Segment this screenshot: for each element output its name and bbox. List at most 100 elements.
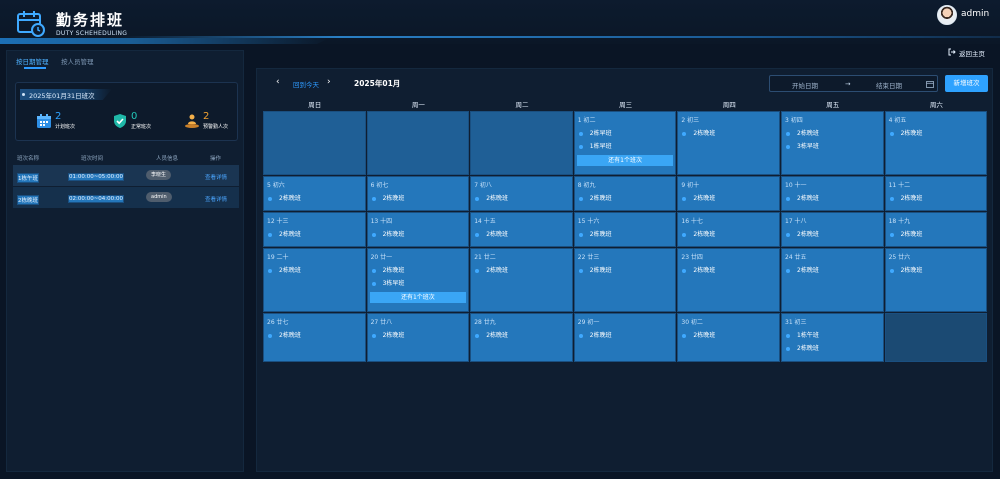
shift-entry[interactable]: 1栋早班 <box>578 141 612 150</box>
username[interactable]: admin <box>961 9 989 19</box>
calendar-day-cell[interactable]: 7 初八 2栋晚班 <box>470 176 573 211</box>
shift-entry[interactable]: 2栋晚班 <box>475 193 508 202</box>
calendar-day-cell[interactable]: 9 初十 2栋晚班 <box>677 176 780 211</box>
calendar-day-cell[interactable]: 25 廿六 2栋晚班 <box>884 248 988 312</box>
calendar-day-cell[interactable]: 18 十九 2栋晚班 <box>884 212 988 247</box>
calendar-day-cell[interactable]: 15 十六 2栋晚班 <box>573 212 677 247</box>
calendar-day-cell[interactable]: 14 十五 2栋晚班 <box>470 212 573 247</box>
view-details-link[interactable]: 查看详情 <box>205 173 227 181</box>
avatar[interactable] <box>937 5 957 25</box>
shift-entry[interactable]: 2栋晚班 <box>786 229 819 238</box>
column-header: 班次名称 <box>17 156 40 162</box>
table-header: 班次名称 班次时间 人员信息 操作 <box>13 151 239 165</box>
dot-icon <box>682 131 687 136</box>
calendar-day-cell[interactable]: 21 廿二 2栋晚班 <box>470 248 573 312</box>
calendar-day-cell[interactable]: 12 十三 2栋晚班 <box>263 212 366 247</box>
shift-entry[interactable]: 2栋晚班 <box>889 265 922 274</box>
calendar-day-cell[interactable]: 5 初六 2栋晚班 <box>263 176 366 211</box>
shift-entry[interactable]: 2栋晚班 <box>475 265 508 274</box>
date-range-picker[interactable]: 开始日期 → 结束日期 <box>769 75 938 92</box>
calendar-day-cell[interactable]: 11 十二 2栋晚班 <box>884 176 988 211</box>
calendar-day-cell[interactable]: 30 初二 2栋晚班 <box>677 313 780 362</box>
shift-entry[interactable]: 2栋晚班 <box>578 193 612 202</box>
start-date-input[interactable]: 开始日期 <box>792 80 818 90</box>
shift-entry[interactable]: 2栋晚班 <box>371 330 405 339</box>
shift-entry[interactable]: 2栋晚班 <box>682 128 715 137</box>
calendar-day-cell[interactable]: 13 十四 2栋晚班 <box>366 212 470 247</box>
shift-entry[interactable]: 2栋晚班 <box>268 330 301 339</box>
calendar-day-cell[interactable]: 31 初三 1栋午班 2栋晚班 <box>781 313 884 362</box>
calendar-day-cell[interactable]: 10 十一 2栋晚班 <box>781 176 884 211</box>
view-details-link[interactable]: 查看详情 <box>205 195 227 203</box>
calendar-day-cell[interactable]: 4 初五 2栋晚班 <box>884 111 988 175</box>
calendar-day-cell[interactable]: 17 十八 2栋晚班 <box>781 212 884 247</box>
calendar-day-cell[interactable]: 3 初四 2栋晚班 3栋早班 <box>781 111 884 175</box>
shift-label: 2栋晚班 <box>382 332 405 339</box>
shift-entry[interactable]: 2栋晚班 <box>889 128 922 137</box>
table-row[interactable]: 2栋晚班 02:00:00~04:00:00 admin 查看详情 <box>13 187 239 209</box>
table-row[interactable]: 1栋午班 01:00:00~05:00:00 李晓生 查看详情 <box>13 165 239 187</box>
shift-entry[interactable]: 3栋早班 <box>371 278 404 287</box>
calendar-day-cell[interactable]: 24 廿五 2栋晚班 <box>781 248 884 312</box>
calendar-day-cell[interactable]: 20 廿一 2栋晚班 3栋早班 还有1个班次 <box>366 248 470 312</box>
shift-entry[interactable]: 2栋晚班 <box>268 193 301 202</box>
day-number-label: 31 初三 <box>785 319 807 326</box>
weekday-label: 周一 <box>411 101 425 109</box>
shift-entry[interactable]: 2栋晚班 <box>682 229 715 238</box>
calendar-day-cell[interactable]: 19 二十 2栋晚班 <box>263 248 366 312</box>
day-number-label: 8 初九 <box>577 182 596 189</box>
chevron-right-icon[interactable]: › <box>327 77 331 87</box>
more-shifts-button[interactable]: 还有1个班次 <box>369 292 467 303</box>
shift-entry[interactable]: 2栋晚班 <box>682 265 715 274</box>
more-shifts-button[interactable]: 还有1个班次 <box>576 155 674 166</box>
calendar-day-cell[interactable]: 26 廿七 2栋晚班 <box>263 313 366 362</box>
shift-entry[interactable]: 2栋晚班 <box>371 229 404 238</box>
dot-icon <box>475 196 480 201</box>
shift-entry[interactable]: 1栋午班 <box>786 330 819 339</box>
shift-entry[interactable]: 2栋晚班 <box>786 193 819 202</box>
shift-entry[interactable]: 2栋晚班 <box>371 193 404 202</box>
end-date-input[interactable]: 结束日期 <box>876 80 902 90</box>
shift-entry[interactable]: 3栋早班 <box>786 141 819 150</box>
calendar-day-cell[interactable]: 29 初一 2栋晚班 <box>573 313 677 362</box>
left-panel: 按日期管理 按人员管理 2025年01月31日班次 2 计划班次 0 正常班次 … <box>6 50 244 472</box>
shift-label: 2栋晚班 <box>693 332 716 339</box>
new-shift-button[interactable]: 新增班次 <box>945 75 988 92</box>
calendar-day-cell[interactable]: 8 初九 2栋晚班 <box>573 176 677 211</box>
shift-entry[interactable]: 2栋晚班 <box>475 330 508 339</box>
chevron-left-icon[interactable]: ‹ <box>276 77 280 87</box>
shift-entry[interactable]: 2栋晚班 <box>578 265 612 274</box>
tab-by-date[interactable]: 按日期管理 <box>16 56 49 66</box>
calendar-day-cell[interactable]: 23 廿四 2栋晚班 <box>677 248 780 312</box>
shift-entry[interactable]: 2栋晚班 <box>889 193 922 202</box>
weekday-label: 周五 <box>826 101 840 109</box>
calendar-day-cell[interactable]: 16 十七 2栋晚班 <box>677 212 780 247</box>
shift-entry[interactable]: 2栋晚班 <box>268 265 301 274</box>
exit-icon[interactable] <box>948 48 956 56</box>
day-number-label: 17 十八 <box>785 218 807 225</box>
shift-entry[interactable]: 2栋晚班 <box>475 229 508 238</box>
calendar-day-cell[interactable]: 1 初二 2栋早班 1栋早班 还有1个班次 <box>573 111 677 175</box>
shift-entry[interactable]: 2栋晚班 <box>786 265 819 274</box>
tab-by-person[interactable]: 按人员管理 <box>61 56 94 66</box>
shift-entry[interactable]: 2栋晚班 <box>786 128 819 137</box>
shift-label: 2栋晚班 <box>797 195 819 202</box>
shift-entry[interactable]: 2栋早班 <box>578 128 612 137</box>
shift-entry[interactable]: 2栋晚班 <box>682 193 715 202</box>
shift-entry[interactable]: 2栋晚班 <box>578 229 612 238</box>
return-home-link[interactable]: 返回主页 <box>959 48 985 58</box>
calendar-day-cell[interactable]: 28 廿九 2栋晚班 <box>470 313 573 362</box>
shift-entry[interactable]: 2栋晚班 <box>371 265 404 274</box>
calendar-day-cell[interactable]: 27 廿八 2栋晚班 <box>366 313 470 362</box>
shift-entry[interactable]: 2栋晚班 <box>268 229 301 238</box>
shift-entry[interactable]: 2栋晚班 <box>786 343 819 352</box>
shift-entry[interactable]: 2栋晚班 <box>578 330 612 339</box>
shift-entry[interactable]: 2栋晚班 <box>682 330 715 339</box>
calendar-day-cell[interactable]: 2 初三 2栋晚班 <box>677 111 780 175</box>
calendar-day-cell[interactable]: 6 初七 2栋晚班 <box>366 176 470 211</box>
calendar-day-cell[interactable]: 22 廿三 2栋晚班 <box>573 248 677 312</box>
shift-entry[interactable]: 2栋晚班 <box>889 229 922 238</box>
back-to-today-button[interactable]: 回到今天 <box>293 79 319 89</box>
shift-label: 2栋晚班 <box>797 267 819 274</box>
person-stage-icon <box>185 114 199 128</box>
